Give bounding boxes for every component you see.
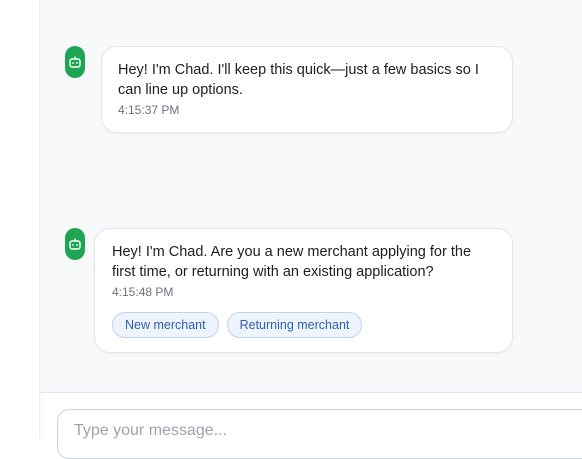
bot-avatar [65, 46, 85, 78]
robot-icon [69, 238, 81, 250]
message-timestamp: 4:15:37 PM [118, 103, 180, 117]
quick-reply-group: New merchant Returning merchant [112, 312, 496, 338]
message-bubble: Hey! I'm Chad. I'll keep this quick—just… [101, 46, 513, 133]
new-merchant-button[interactable]: New merchant [112, 312, 219, 338]
message-text: Hey! I'm Chad. Are you a new merchant ap… [112, 244, 472, 280]
message-composer [57, 409, 582, 459]
composer-divider [40, 392, 582, 393]
left-sidebar-edge [0, 0, 40, 439]
chat-message-list: Hey! I'm Chad. I'll keep this quick—just… [40, 0, 582, 393]
returning-merchant-button[interactable]: Returning merchant [226, 312, 363, 338]
message-input[interactable] [58, 410, 582, 452]
bot-avatar [65, 228, 85, 260]
robot-icon [69, 56, 81, 68]
message-timestamp: 4:15:48 PM [112, 285, 174, 299]
message-text: Hey! I'm Chad. I'll keep this quick—just… [118, 62, 479, 98]
message-bubble: Hey! I'm Chad. Are you a new merchant ap… [94, 228, 513, 353]
